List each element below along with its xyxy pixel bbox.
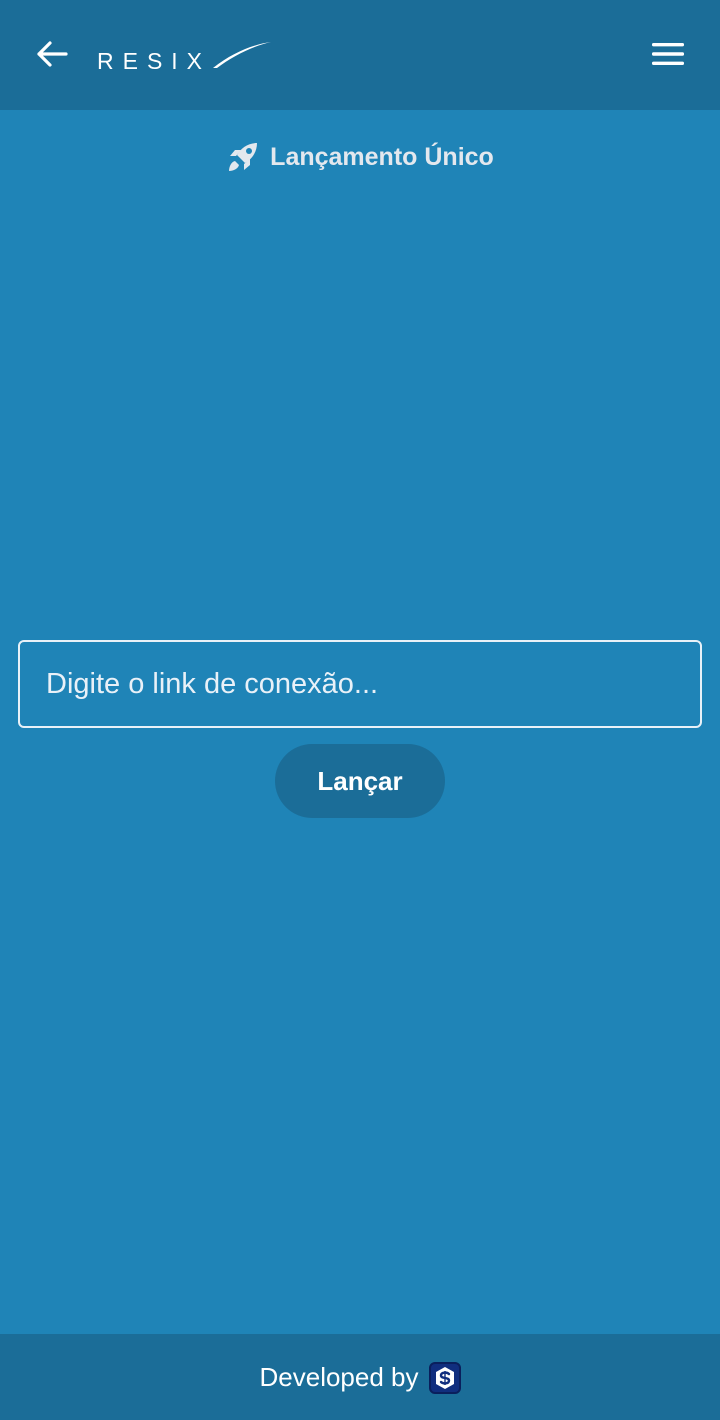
- developed-by-text: Developed by: [259, 1361, 419, 1392]
- footer: Developed by: [0, 1334, 720, 1420]
- rocket-icon: [229, 143, 258, 171]
- s-logo-icon[interactable]: [428, 1362, 461, 1394]
- back-button[interactable]: [30, 34, 74, 74]
- hamburger-menu-icon: [652, 43, 684, 65]
- arrow-left-icon: [37, 41, 68, 67]
- resix-logo: RESIX: [95, 38, 275, 74]
- connection-link-input[interactable]: [18, 640, 702, 728]
- app-screen: RESIX Lançamento Único Lançar: [0, 0, 720, 1420]
- launch-button[interactable]: Lançar: [275, 744, 445, 818]
- s-logo-glyph: [435, 1367, 454, 1389]
- logo-swoosh: [213, 42, 271, 68]
- page-title: Lançamento Único: [270, 142, 494, 171]
- top-app-bar: RESIX: [0, 0, 720, 110]
- menu-button[interactable]: [644, 34, 692, 74]
- page-heading: Lançamento Único: [0, 136, 720, 178]
